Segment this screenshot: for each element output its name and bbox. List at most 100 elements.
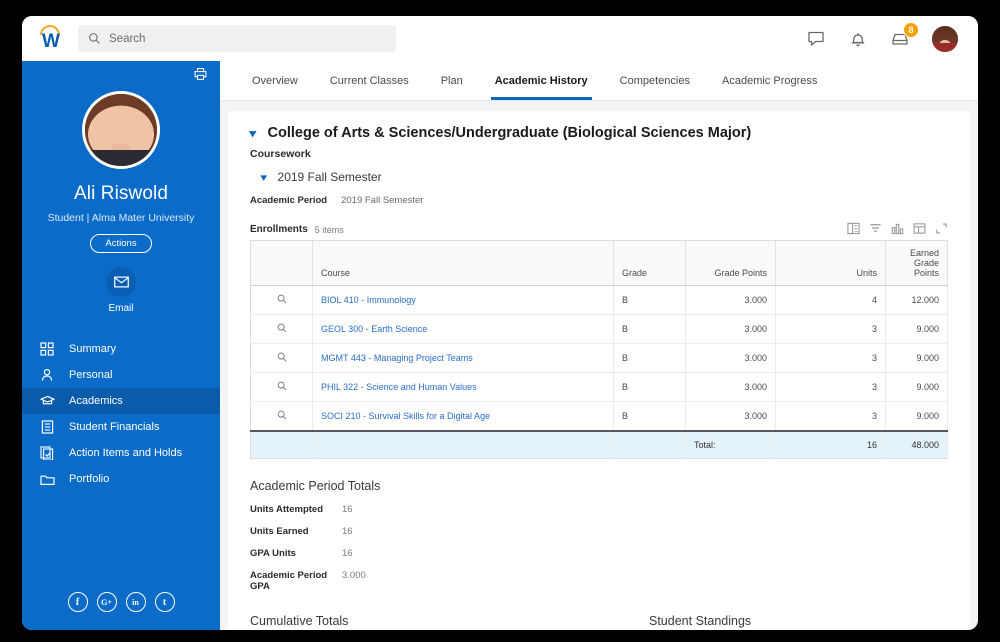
column-header-grade-points[interactable]: Grade Points <box>686 241 776 286</box>
tab-academic-history[interactable]: Academic History <box>479 61 604 100</box>
units-cell: 3 <box>776 344 886 373</box>
column-header-earned-grade-points[interactable]: Earned Grade Points <box>886 241 948 286</box>
sidebar-item-student-financials[interactable]: Student Financials <box>22 414 220 440</box>
chat-icon[interactable] <box>806 29 826 49</box>
academic-period-value: 2019 Fall Semester <box>341 195 423 206</box>
total-spacer <box>614 431 686 459</box>
academic-period-row: Academic Period 2019 Fall Semester <box>250 195 948 206</box>
sidebar-avatar-wrap <box>22 91 220 169</box>
actions-button[interactable]: Actions <box>90 234 151 253</box>
course-link[interactable]: PHIL 322 - Science and Human Values <box>321 382 477 392</box>
course-cell[interactable]: PHIL 322 - Science and Human Values <box>313 373 614 402</box>
period-total-row: Academic Period GPA 3.000 <box>250 570 948 592</box>
earned-grade-points-cell: 9.000 <box>886 315 948 344</box>
sidebar-item-personal[interactable]: Personal <box>22 362 220 388</box>
grid-icon[interactable] <box>913 222 926 235</box>
expand-icon[interactable] <box>935 222 948 235</box>
workday-logo[interactable]: W <box>34 24 68 54</box>
period-total-row: GPA Units 16 <box>250 548 948 559</box>
total-earned-grade-points: 48.000 <box>886 431 948 459</box>
print-icon[interactable] <box>193 67 208 81</box>
filter-icon[interactable] <box>869 222 882 235</box>
tab-plan[interactable]: Plan <box>425 61 479 100</box>
course-cell[interactable]: BIOL 410 - Immunology <box>313 286 614 315</box>
email-button[interactable] <box>106 267 136 297</box>
linkedin-icon[interactable]: in <box>126 592 146 612</box>
main-panel: Overview Current Classes Plan Academic H… <box>220 61 978 630</box>
coursework-label: Coursework <box>250 148 948 160</box>
cumulative-totals-block: Cumulative Totals Cumulative Units Attem… <box>250 614 549 630</box>
email-block: Email <box>22 267 220 314</box>
course-link[interactable]: BIOL 410 - Immunology <box>321 295 416 305</box>
earned-grade-points-cell: 9.000 <box>886 402 948 432</box>
sidebar-item-label: Student Financials <box>69 421 160 433</box>
period-total-value: 16 <box>342 548 353 559</box>
person-icon <box>39 367 55 383</box>
chart-icon[interactable] <box>891 222 904 235</box>
row-magnifier-icon[interactable] <box>251 373 313 402</box>
column-header-grade[interactable]: Grade <box>614 241 686 286</box>
earned-grade-points-cell: 12.000 <box>886 286 948 315</box>
facebook-icon[interactable]: f <box>68 592 88 612</box>
tab-bar: Overview Current Classes Plan Academic H… <box>220 61 978 101</box>
tab-competencies[interactable]: Competencies <box>604 61 706 100</box>
period-total-value: 3.000 <box>342 570 366 592</box>
bell-icon[interactable] <box>848 29 868 49</box>
view-toggle-icon[interactable] <box>847 222 860 235</box>
tab-current-classes[interactable]: Current Classes <box>314 61 425 100</box>
grade-points-cell: 3.000 <box>686 373 776 402</box>
table-row[interactable]: GEOL 300 - Earth Science B 3.000 3 9.000 <box>251 315 948 344</box>
table-row[interactable]: BIOL 410 - Immunology B 3.000 4 12.000 <box>251 286 948 315</box>
table-row[interactable]: PHIL 322 - Science and Human Values B 3.… <box>251 373 948 402</box>
grid-icon <box>39 341 55 357</box>
row-magnifier-icon[interactable] <box>251 344 313 373</box>
row-magnifier-icon[interactable] <box>251 286 313 315</box>
avatar-body <box>932 43 958 51</box>
table-row[interactable]: MGMT 443 - Managing Project Teams B 3.00… <box>251 344 948 373</box>
grade-cell: B <box>614 315 686 344</box>
course-link[interactable]: GEOL 300 - Earth Science <box>321 324 427 334</box>
tab-overview[interactable]: Overview <box>236 61 314 100</box>
cumulative-heading: Cumulative Totals <box>250 614 549 628</box>
sidebar-item-portfolio[interactable]: Portfolio <box>22 466 220 492</box>
column-header-course[interactable]: Course <box>313 241 614 286</box>
twitter-icon[interactable]: t <box>155 592 175 612</box>
period-total-label: Units Earned <box>250 526 342 537</box>
course-cell[interactable]: GEOL 300 - Earth Science <box>313 315 614 344</box>
units-cell: 3 <box>776 315 886 344</box>
tab-academic-progress[interactable]: Academic Progress <box>706 61 833 100</box>
inbox-icon[interactable]: 8 <box>890 29 910 49</box>
column-header-magnifier[interactable] <box>251 241 313 286</box>
sidebar-item-academics[interactable]: Academics <box>22 388 220 414</box>
row-magnifier-icon[interactable] <box>251 402 313 432</box>
enrollments-label: Enrollments <box>250 224 308 235</box>
course-link[interactable]: MGMT 443 - Managing Project Teams <box>321 353 473 363</box>
sidebar-item-label: Summary <box>69 343 116 355</box>
program-header: ▾ College of Arts & Sciences/Undergradua… <box>250 125 948 141</box>
google-plus-icon[interactable]: G+ <box>97 592 117 612</box>
list-icon <box>39 419 55 435</box>
course-cell[interactable]: MGMT 443 - Managing Project Teams <box>313 344 614 373</box>
course-cell[interactable]: SOCI 210 - Survival Skills for a Digital… <box>313 402 614 432</box>
standings-heading: Student Standings <box>649 614 948 628</box>
avatar-shoulders <box>85 150 157 166</box>
sidebar-item-action-items-and-holds[interactable]: Action Items and Holds <box>22 440 220 466</box>
checklist-icon <box>39 445 55 461</box>
sidebar-item-summary[interactable]: Summary <box>22 336 220 362</box>
search-box[interactable] <box>78 25 396 52</box>
search-input[interactable] <box>109 33 386 45</box>
row-magnifier-icon[interactable] <box>251 315 313 344</box>
course-link[interactable]: SOCI 210 - Survival Skills for a Digital… <box>321 411 490 421</box>
table-row[interactable]: SOCI 210 - Survival Skills for a Digital… <box>251 402 948 432</box>
bottom-columns: Cumulative Totals Cumulative Units Attem… <box>250 614 948 630</box>
profile-avatar[interactable] <box>932 26 958 52</box>
units-cell: 3 <box>776 402 886 432</box>
column-header-units[interactable]: Units <box>776 241 886 286</box>
topbar-actions: 8 <box>806 26 964 52</box>
earned-grade-points-cell: 9.000 <box>886 373 948 402</box>
chevron-down-icon[interactable]: ▾ <box>249 127 256 140</box>
chevron-down-icon[interactable]: ▾ <box>260 171 267 184</box>
sidebar-item-label: Personal <box>69 369 112 381</box>
app-window: W <box>22 16 978 630</box>
app-body: Ali Riswold Student | Alma Mater Univers… <box>22 61 978 630</box>
